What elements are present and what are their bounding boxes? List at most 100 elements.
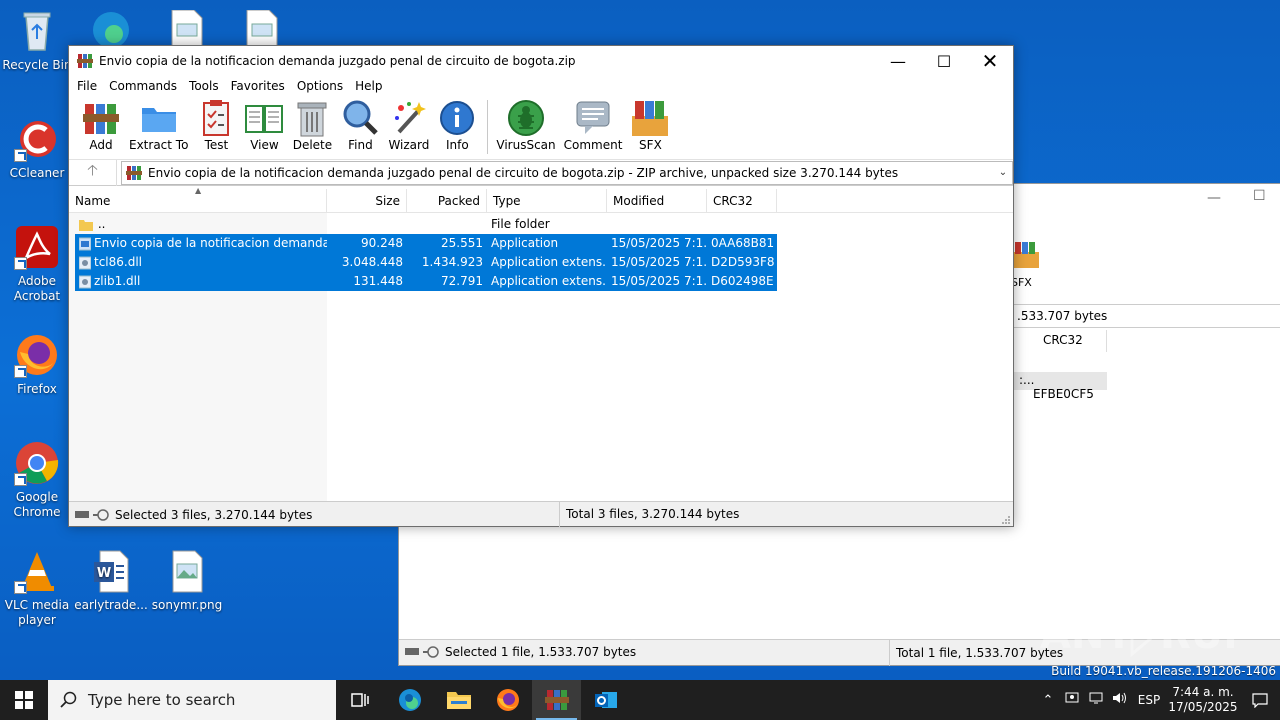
taskbar-clock[interactable]: 7:44 a. m. 17/05/2025	[1166, 685, 1240, 715]
info-button[interactable]: Info	[437, 96, 477, 152]
comment-button[interactable]: Comment	[564, 96, 622, 152]
windows-build-watermark: Build 19041.vb_release.191206-1406	[1051, 664, 1276, 678]
desktop-icon-label: Google Chrome	[13, 490, 61, 519]
row-size: 131.448	[353, 274, 403, 288]
find-button[interactable]: Find	[340, 96, 380, 152]
sfx-button[interactable]: SFX	[630, 96, 670, 152]
sfx-icon	[630, 98, 670, 138]
notifications-button[interactable]	[1240, 692, 1280, 708]
winrar-window[interactable]: Envio copia de la notificacion demanda j…	[68, 45, 1014, 527]
taskbar-edge[interactable]	[385, 680, 434, 720]
desktop-icon-label: sonymr.png	[151, 598, 223, 612]
up-one-level-button[interactable]: 🡡	[69, 159, 117, 186]
virusscan-label: VirusScan	[496, 138, 556, 152]
parent-folder-row[interactable]: .. File folder	[75, 215, 777, 234]
column-size[interactable]: Size	[327, 189, 407, 213]
desktop-icon-ccleaner[interactable]: CCleaner	[0, 116, 74, 181]
row-packed: 72.791	[441, 274, 483, 288]
volume-icon[interactable]	[1108, 691, 1132, 709]
column-modified[interactable]: Modified	[607, 189, 707, 213]
column-type[interactable]: Type	[487, 189, 607, 213]
desktop: Recycle Bin CCleaner Adobe Acrobat Firef…	[0, 0, 1280, 680]
menu-tools[interactable]: Tools	[183, 79, 225, 93]
desktop-icon-earlytrade[interactable]: W earlytrade...	[74, 548, 148, 613]
menu-file[interactable]: File	[71, 79, 103, 93]
input-language[interactable]: ESP	[1132, 693, 1166, 707]
image-file-icon[interactable]	[245, 9, 279, 47]
taskbar-winrar[interactable]	[532, 680, 581, 720]
status-total: Total 1 file, 1.533.707 bytes	[889, 640, 1063, 666]
desktop-icon-vlc[interactable]: VLC media player	[0, 548, 74, 628]
desktop-icon-firefox[interactable]: Firefox	[0, 332, 74, 397]
task-view-button[interactable]	[336, 680, 385, 720]
column-packed[interactable]: Packed	[407, 189, 487, 213]
row-crc32: 0AA68B81	[711, 236, 775, 250]
info-icon	[437, 98, 477, 138]
table-row[interactable]: Envio copia de la notificacion demanda j…	[75, 234, 777, 253]
resize-grip-icon[interactable]	[1001, 514, 1011, 524]
taskbar-search-box[interactable]: Type here to search	[48, 680, 336, 720]
acrobat-icon	[14, 224, 60, 270]
desktop-icon-adobe-acrobat[interactable]: Adobe Acrobat	[0, 224, 74, 304]
desktop-icon-sonymr[interactable]: sonymr.png	[150, 548, 224, 613]
menu-bar: File Commands Tools Favorites Options He…	[69, 76, 1013, 96]
wizard-wand-icon	[389, 98, 429, 138]
wizard-button[interactable]: Wizard	[388, 96, 429, 152]
chrome-icon	[14, 440, 60, 486]
menu-options[interactable]: Options	[291, 79, 349, 93]
sfx-button[interactable]: SFX	[1011, 240, 1051, 289]
background-path-bar: .533.707 bytes	[1009, 304, 1280, 328]
delete-button[interactable]: Delete	[292, 96, 332, 152]
background-selected-row[interactable]: :... EFBE0CF5	[1011, 372, 1107, 401]
desktop-icon-label: earlytrade...	[74, 598, 148, 612]
column-crc32[interactable]: CRC32	[707, 189, 777, 213]
chevron-up-icon[interactable]: ⌃	[1036, 693, 1060, 708]
row-modified: 15/05/2025 7:1...	[611, 274, 707, 288]
extract-folder-icon	[139, 98, 179, 138]
desktop-icon-label: CCleaner	[9, 166, 65, 180]
test-button[interactable]: Test	[196, 96, 236, 152]
crc-value: EFBE0CF5	[1033, 387, 1094, 401]
image-file-icon	[164, 548, 210, 594]
menu-commands[interactable]: Commands	[103, 79, 183, 93]
virusscan-button[interactable]: VirusScan	[496, 96, 556, 152]
file-list[interactable]: ▲ Name Size Packed Type Modified CRC32 .…	[69, 186, 1013, 501]
vlc-icon	[14, 548, 60, 594]
maximize-button[interactable]: ☐	[921, 46, 967, 76]
add-button[interactable]: Add	[81, 96, 121, 152]
wizard-label: Wizard	[388, 138, 430, 152]
menu-help[interactable]: Help	[349, 79, 388, 93]
winrar-icon	[544, 690, 569, 710]
folder-icon	[79, 218, 93, 232]
start-button[interactable]	[0, 680, 48, 720]
minimize-icon[interactable]: —	[1207, 190, 1221, 206]
maximize-icon: ☐	[936, 51, 952, 71]
desktop-icon-google-chrome[interactable]: Google Chrome	[0, 440, 74, 520]
maximize-icon[interactable]: ☐	[1253, 188, 1266, 204]
edge-desktop-icon[interactable]	[88, 6, 134, 48]
svg-text:RUN: RUN	[1160, 612, 1240, 658]
title-bar[interactable]: Envio copia de la notificacion demanda j…	[69, 46, 1013, 76]
svg-text:ANY: ANY	[1040, 612, 1134, 658]
view-button[interactable]: View	[244, 96, 284, 152]
people-icon[interactable]	[1060, 691, 1084, 709]
minimize-button[interactable]: —	[875, 46, 921, 76]
taskbar-outlook[interactable]	[581, 680, 630, 720]
menu-favorites[interactable]: Favorites	[225, 79, 291, 93]
sfx-label: SFX	[639, 138, 662, 152]
crc-column-header[interactable]: CRC32	[1035, 330, 1107, 352]
taskbar-file-explorer[interactable]	[434, 680, 483, 720]
column-name[interactable]: Name	[69, 189, 327, 213]
archive-path-field[interactable]: Envio copia de la notificacion demanda j…	[121, 160, 1013, 185]
close-button[interactable]: ✕	[967, 46, 1013, 76]
search-placeholder: Type here to search	[88, 691, 236, 709]
table-row[interactable]: tcl86.dll 3.048.448 1.434.923 Applicatio…	[75, 253, 777, 272]
extract-to-button[interactable]: Extract To	[129, 96, 188, 152]
network-icon[interactable]	[1084, 691, 1108, 709]
desktop-icon-recycle-bin[interactable]: Recycle Bin	[0, 8, 74, 73]
test-label: Test	[204, 138, 229, 152]
table-row[interactable]: zlib1.dll 131.448 72.791 Application ext…	[75, 272, 777, 291]
image-file-icon[interactable]	[170, 9, 204, 47]
chevron-down-icon[interactable]: ⌄	[994, 167, 1012, 178]
taskbar-firefox[interactable]	[483, 680, 532, 720]
